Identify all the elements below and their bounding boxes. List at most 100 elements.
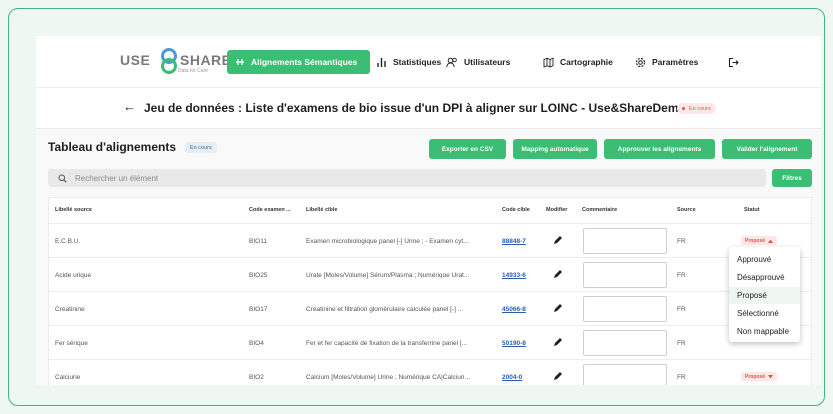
target-label-cell: Urate [Moles/Volume] Sérum/Plasma ; Numé… bbox=[306, 272, 470, 279]
align-icon bbox=[236, 59, 244, 65]
comment-input[interactable] bbox=[583, 228, 667, 254]
logo-mark-icon bbox=[161, 48, 177, 74]
target-label-cell: Créatinine et filtration glomérulaire ca… bbox=[306, 306, 464, 313]
target-code-link[interactable]: 88848-7 bbox=[502, 238, 542, 245]
gear-icon bbox=[635, 57, 646, 67]
exam-code-cell: BIO11 bbox=[249, 238, 267, 245]
edit-pencil-icon[interactable] bbox=[553, 235, 563, 245]
target-label-cell: Examen microbiologique panel [-] Urine ;… bbox=[306, 238, 469, 245]
source-cell: FR bbox=[677, 374, 686, 381]
app-window: USE SHARE Data for Care Alignements Séma… bbox=[36, 36, 821, 385]
nav-item-alignements[interactable]: Alignements Sémantiques bbox=[227, 50, 370, 74]
table-row: Créatinine BIO17 Créatinine et filtratio… bbox=[49, 292, 813, 326]
nav-item-label: Statistiques bbox=[393, 57, 442, 67]
page-header: ← Jeu de données : Liste d'examens de bi… bbox=[36, 89, 821, 127]
source-label-cell: Acide urique bbox=[55, 272, 92, 279]
source-label-cell: Calciurie bbox=[55, 374, 81, 381]
status-option-propose[interactable]: Proposé bbox=[729, 287, 800, 304]
column-header-status[interactable]: Statut bbox=[744, 207, 784, 213]
section-status-badge: En cours bbox=[185, 142, 217, 153]
search-bar[interactable]: Rechercher un élément bbox=[48, 169, 766, 187]
exam-code-cell: BIO4 bbox=[249, 340, 264, 347]
back-arrow-icon[interactable]: ← bbox=[123, 99, 136, 114]
section-title: Tableau d'alignements bbox=[48, 140, 176, 154]
logout-button[interactable] bbox=[728, 50, 739, 74]
nav-item-label: Paramètres bbox=[652, 57, 699, 67]
target-label-cell: Calcium [Moles/Volume] Urine ; Numérique… bbox=[306, 374, 470, 381]
approve-alignments-button[interactable]: Approuver les alignements bbox=[604, 139, 715, 159]
source-cell: FR bbox=[677, 340, 686, 347]
source-label-cell: Fer sérique bbox=[55, 340, 88, 347]
alignments-table: Libellé source Code examen ... Libellé c… bbox=[48, 197, 813, 385]
source-label-cell: Créatinine bbox=[55, 306, 85, 313]
status-label: Proposé bbox=[745, 237, 766, 244]
comment-input[interactable] bbox=[583, 296, 667, 322]
auto-mapping-button[interactable]: Mapping automatique bbox=[513, 139, 597, 159]
page-title: Jeu de données : Liste d'examens de bio … bbox=[144, 101, 686, 115]
search-icon bbox=[58, 174, 67, 183]
nav-item-parametres[interactable]: Paramètres bbox=[635, 50, 698, 74]
search-placeholder: Rechercher un élément bbox=[75, 173, 159, 183]
dataset-status-badge: En cours bbox=[677, 103, 716, 114]
status-option-desapprouve[interactable]: Désapprouvé bbox=[729, 269, 800, 286]
status-label: Proposé bbox=[745, 373, 766, 380]
source-cell: FR bbox=[677, 238, 686, 245]
status-option-approuve[interactable]: Approuvé bbox=[729, 251, 800, 268]
comment-input[interactable] bbox=[583, 262, 667, 288]
users-icon bbox=[446, 57, 457, 67]
target-code-link[interactable]: 50190-8 bbox=[502, 340, 542, 347]
validate-alignment-button[interactable]: Valider l'alignement bbox=[722, 139, 812, 159]
column-header-edit: Modifier bbox=[546, 207, 568, 213]
column-header-source-label[interactable]: Libellé source bbox=[55, 207, 175, 213]
exam-code-cell: BIO25 bbox=[249, 272, 268, 279]
target-code-link[interactable]: 45066-8 bbox=[502, 306, 542, 313]
target-code-link[interactable]: 14933-6 bbox=[502, 272, 542, 279]
export-csv-button[interactable]: Exporter en CSV bbox=[429, 139, 506, 159]
table-row: Calciurie BIO2 Calcium [Moles/Volume] Ur… bbox=[49, 360, 813, 385]
table-row: Fer sérique BIO4 Fer et fer capacité de … bbox=[49, 326, 813, 360]
nav-item-label: Utilisateurs bbox=[464, 57, 511, 67]
nav-item-utilisateurs[interactable]: Utilisateurs bbox=[446, 50, 510, 74]
column-header-target-label[interactable]: Libellé cible bbox=[306, 207, 456, 213]
column-header-source[interactable]: Source bbox=[677, 207, 717, 213]
edit-pencil-icon[interactable] bbox=[553, 371, 563, 381]
table-header: Libellé source Code examen ... Libellé c… bbox=[49, 198, 813, 224]
source-cell: FR bbox=[677, 306, 686, 313]
top-nav: USE SHARE Data for Care Alignements Séma… bbox=[36, 36, 821, 88]
comment-input[interactable] bbox=[583, 364, 667, 385]
logout-icon bbox=[728, 57, 739, 67]
status-dropdown[interactable]: Proposé bbox=[741, 236, 778, 245]
caret-down-icon bbox=[768, 374, 774, 378]
nav-item-label: Cartographie bbox=[560, 57, 613, 67]
nav-item-statistiques[interactable]: Statistiques bbox=[376, 50, 441, 74]
comment-input[interactable] bbox=[583, 330, 667, 356]
table-row: E.C.B.U. BIO11 Examen microbiologique pa… bbox=[49, 224, 813, 258]
source-label-cell: E.C.B.U. bbox=[55, 238, 81, 245]
caret-up-icon bbox=[768, 239, 774, 243]
edit-pencil-icon[interactable] bbox=[553, 303, 563, 313]
exam-code-cell: BIO2 bbox=[249, 374, 264, 381]
column-header-comment: Commentaire bbox=[582, 207, 618, 213]
logo-text-use: USE bbox=[120, 52, 151, 68]
target-code-link[interactable]: 2004-0 bbox=[502, 374, 542, 381]
status-option-selectionne[interactable]: Sélectionné bbox=[729, 305, 800, 322]
target-label-cell: Fer et fer capacité de fixation de la tr… bbox=[306, 340, 468, 347]
alignments-panel: Tableau d'alignements En cours Exporter … bbox=[36, 128, 821, 385]
nav-item-cartographie[interactable]: Cartographie bbox=[543, 50, 613, 74]
logo-tagline: Data for Care bbox=[178, 68, 209, 74]
column-header-target-code[interactable]: Code cible bbox=[502, 207, 542, 213]
map-icon bbox=[543, 57, 554, 68]
bar-chart-icon bbox=[377, 57, 386, 67]
edit-pencil-icon[interactable] bbox=[553, 337, 563, 347]
exam-code-cell: BIO17 bbox=[249, 306, 268, 313]
status-dropdown[interactable]: Proposé bbox=[741, 372, 778, 381]
logo-text-share: SHARE bbox=[180, 52, 232, 68]
brand-logo[interactable]: USE SHARE Data for Care bbox=[120, 48, 232, 76]
table-row: Acide urique BIO25 Urate [Moles/Volume] … bbox=[49, 258, 813, 292]
status-option-non-mappable[interactable]: Non mappable bbox=[729, 323, 800, 340]
nav-item-label: Alignements Sémantiques bbox=[251, 57, 358, 67]
edit-pencil-icon[interactable] bbox=[553, 269, 563, 279]
column-header-exam-code[interactable]: Code examen ... bbox=[249, 207, 299, 213]
filters-button[interactable]: Filtres bbox=[772, 169, 812, 187]
source-cell: FR bbox=[677, 272, 686, 279]
